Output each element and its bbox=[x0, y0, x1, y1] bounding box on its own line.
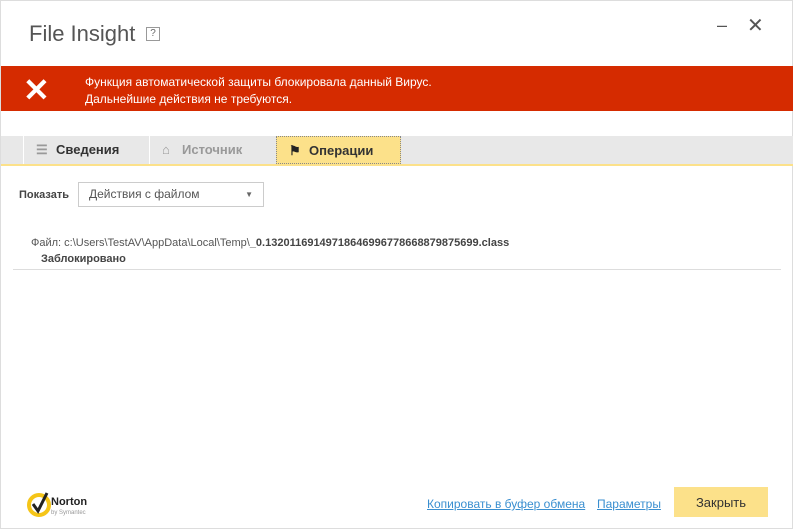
filter-dropdown[interactable]: Действия с файлом ▼ bbox=[78, 182, 264, 207]
copy-to-clipboard-link[interactable]: Копировать в буфер обмена bbox=[427, 497, 585, 511]
help-icon[interactable]: ? bbox=[146, 27, 160, 41]
close-window-button[interactable]: ✕ bbox=[747, 13, 764, 38]
minimize-button[interactable]: – bbox=[717, 15, 727, 36]
file-status: Заблокировано bbox=[41, 253, 126, 265]
chevron-down-icon: ▼ bbox=[245, 190, 253, 199]
tab-source[interactable]: ⌂ Источник bbox=[149, 136, 274, 164]
close-button[interactable]: Закрыть bbox=[674, 487, 768, 517]
settings-link[interactable]: Параметры bbox=[597, 497, 661, 511]
error-x-icon: ✕ bbox=[23, 72, 50, 108]
tab-details[interactable]: ☰ Сведения bbox=[23, 136, 148, 164]
flag-icon: ⚑ bbox=[289, 143, 301, 158]
window-title: File Insight bbox=[29, 21, 136, 46]
file-path: Файл: c:\Users\TestAV\AppData\Local\Temp… bbox=[31, 237, 510, 249]
banner-line-1: Функция автоматической защиты блокировал… bbox=[85, 75, 432, 89]
tab-bar: ☰ Сведения ⌂ Источник ⚑ Операции bbox=[1, 136, 793, 166]
home-icon: ⌂ bbox=[162, 142, 170, 157]
filter-label: Показать bbox=[19, 189, 69, 201]
tab-operations[interactable]: ⚑ Операции bbox=[276, 136, 401, 164]
banner-line-2: Дальнейшие действия не требуются. bbox=[85, 92, 293, 106]
list-icon: ☰ bbox=[36, 142, 48, 157]
svg-text:Norton: Norton bbox=[51, 496, 87, 508]
norton-logo: Norton by Symantec bbox=[27, 492, 87, 517]
divider bbox=[13, 269, 781, 270]
alert-banner: ✕ Функция автоматической защиты блокиров… bbox=[1, 66, 793, 111]
svg-text:by Symantec: by Symantec bbox=[51, 510, 86, 516]
